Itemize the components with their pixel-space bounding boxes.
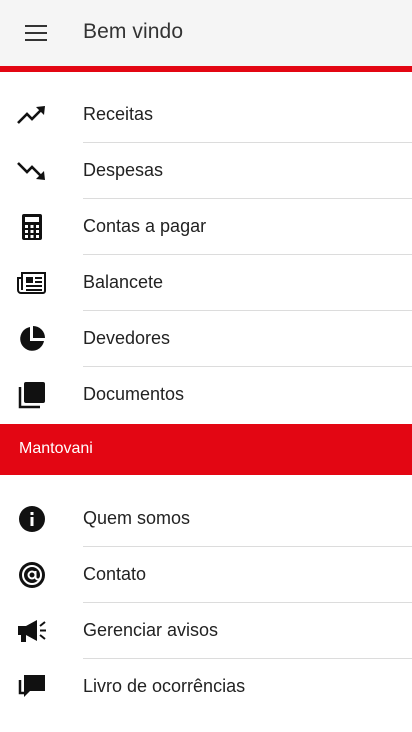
accent-divider (0, 66, 412, 72)
main-menu-list: Receitas Despesas Contas a pagar Balance… (0, 87, 412, 423)
menu-item-label: Despesas (83, 160, 164, 180)
trending-down-icon (16, 157, 48, 185)
menu-item-livro-de-ocorrencias[interactable]: Livro de ocorrências (0, 659, 412, 715)
documents-icon (16, 381, 48, 409)
menu-item-documentos[interactable]: Documentos (0, 367, 412, 423)
menu-item-label: Livro de ocorrências (83, 676, 246, 696)
megaphone-icon (16, 617, 48, 645)
menu-item-devedores[interactable]: Devedores (0, 311, 412, 367)
chat-bubbles-icon (16, 673, 48, 701)
menu-item-label: Documentos (83, 384, 185, 404)
menu-item-label: Contas a pagar (83, 216, 207, 236)
section-menu-list: Quem somos Contato Gerenciar avisos Livr… (0, 491, 412, 715)
trending-up-icon (16, 101, 48, 129)
menu-item-despesas[interactable]: Despesas (0, 143, 412, 199)
menu-item-receitas[interactable]: Receitas (0, 87, 412, 143)
menu-item-balancete[interactable]: Balancete (0, 255, 412, 311)
newspaper-icon (16, 269, 48, 297)
at-sign-icon (16, 561, 48, 589)
app-bar: Bem vindo (0, 0, 412, 66)
menu-item-label: Gerenciar avisos (83, 620, 219, 640)
menu-item-label: Balancete (83, 272, 164, 292)
pie-chart-icon (16, 325, 48, 353)
menu-item-label: Receitas (83, 104, 154, 124)
menu-item-label: Quem somos (83, 508, 191, 528)
info-icon (16, 505, 48, 533)
page-title: Bem vindo (83, 20, 184, 43)
calculator-icon (16, 213, 48, 241)
menu-item-quem-somos[interactable]: Quem somos (0, 491, 412, 547)
section-header: Mantovani (0, 424, 412, 475)
hamburger-menu-icon[interactable] (14, 15, 58, 51)
menu-item-gerenciar-avisos[interactable]: Gerenciar avisos (0, 603, 412, 659)
menu-item-contato[interactable]: Contato (0, 547, 412, 603)
menu-item-label: Contato (83, 564, 147, 584)
menu-item-label: Devedores (83, 328, 171, 348)
menu-item-contas-a-pagar[interactable]: Contas a pagar (0, 199, 412, 255)
section-title: Mantovani (19, 440, 93, 457)
